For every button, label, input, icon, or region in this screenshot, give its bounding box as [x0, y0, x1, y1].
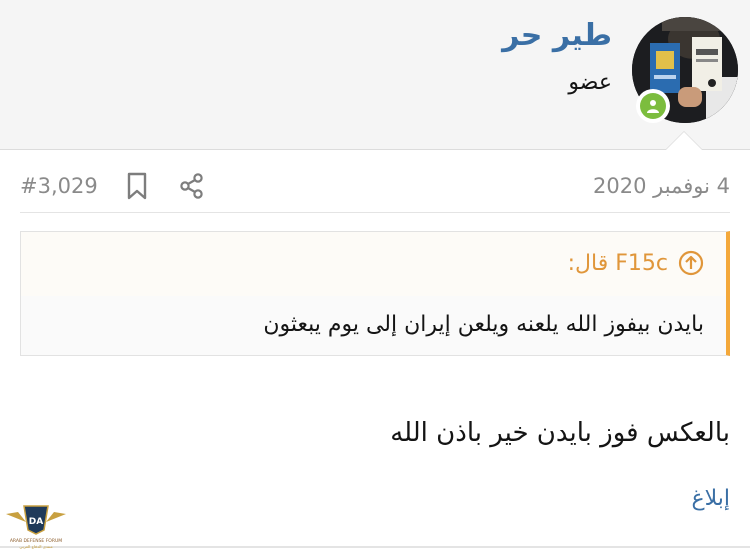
avatar-container[interactable]: [632, 17, 738, 123]
quote-block: F15c قال: بايدن بيفوز الله يلعنه ويلعن إ…: [20, 231, 730, 356]
user-header: طير حر عضو: [0, 0, 750, 150]
watermark-line2: منتدى الدفاع العربي: [19, 544, 52, 549]
meta-divider: [20, 212, 730, 213]
user-icon: [647, 100, 659, 113]
bookmark-icon[interactable]: [126, 172, 148, 200]
forum-logo-watermark: DA ARAB DEFENSE FORUM منتدى الدفاع العرب…: [6, 505, 66, 549]
quote-author-label: F15c قال:: [567, 250, 668, 276]
post-number[interactable]: #3,029: [20, 174, 98, 198]
quote-text: بايدن بيفوز الله يلعنه ويلعن إيران إلى ي…: [263, 312, 704, 337]
share-icon[interactable]: [178, 172, 206, 200]
bottom-divider: [0, 546, 750, 548]
username[interactable]: طير حر: [502, 18, 612, 53]
online-status-badge: [636, 89, 670, 123]
quote-author[interactable]: F15c قال:: [568, 250, 704, 276]
post-page: طير حر عضو 4 نوفمبر 2020 #3,029 F15c قال…: [0, 0, 750, 552]
report-link[interactable]: إبلاغ: [692, 486, 731, 511]
post-meta: 4 نوفمبر 2020 #3,029: [20, 168, 730, 208]
header-pointer: [666, 132, 702, 150]
post-body: بالعكس فوز بايدن خير باذن الله: [390, 418, 730, 448]
watermark-badge: DA: [29, 517, 43, 527]
arrow-up-circle-icon[interactable]: [678, 250, 704, 276]
post-date[interactable]: 4 نوفمبر 2020: [593, 174, 730, 198]
user-title: عضو: [568, 70, 612, 95]
